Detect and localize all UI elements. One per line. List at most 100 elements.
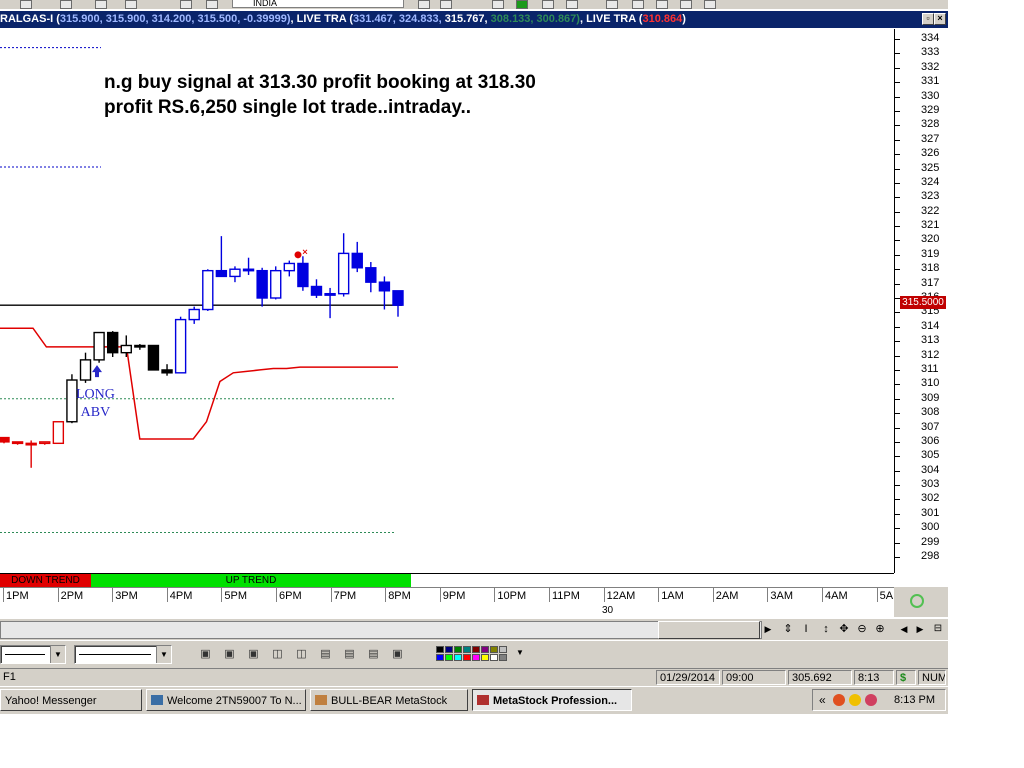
color-swatch[interactable] [463, 646, 471, 653]
axis-corner[interactable] [894, 587, 948, 617]
close-tool-icon[interactable] [566, 0, 578, 9]
paste-icon[interactable] [95, 0, 107, 9]
time-tick-mark [494, 588, 496, 602]
up-trend-band: UP TREND [91, 574, 411, 588]
price-tick-mark [895, 254, 900, 256]
close-window-button[interactable]: × [934, 13, 946, 25]
cut-icon[interactable] [125, 0, 137, 9]
task-yahoo-messenger[interactable]: Yahoo! Messenger [0, 689, 142, 711]
title-live1-label: , LIVE TRA ( [290, 13, 354, 25]
price-tick-label: 312 [921, 348, 940, 361]
indicator-icon[interactable] [492, 0, 504, 9]
color-palette[interactable]: ▼ [432, 644, 530, 666]
expert-tool-icon[interactable]: ◫ [270, 647, 285, 661]
status-date: 01/29/2014 [656, 670, 720, 685]
pointer-icon[interactable] [206, 0, 218, 9]
page-left-icon[interactable]: ◀ [898, 621, 910, 637]
color-swatch[interactable] [499, 646, 507, 653]
text-tool-icon[interactable]: ▣ [198, 647, 213, 661]
chevron-down-icon[interactable]: ▼ [156, 646, 171, 663]
time-tick-mark [549, 588, 550, 602]
color-swatch[interactable] [454, 654, 462, 661]
buy-icon[interactable] [516, 0, 528, 9]
color-swatch[interactable] [472, 654, 480, 661]
layout3-icon[interactable] [656, 0, 668, 9]
trendline-icon[interactable] [440, 0, 452, 9]
color-swatch[interactable] [490, 646, 498, 653]
price-tick-label: 324 [921, 175, 940, 188]
buy-arrow-tool-icon[interactable]: ▣ [222, 647, 237, 661]
horizontal-scrollbar[interactable] [0, 621, 762, 639]
color-swatch[interactable] [490, 654, 498, 661]
task-welcome[interactable]: Welcome 2TN59007 To N... [146, 689, 306, 711]
print-icon[interactable] [20, 0, 32, 9]
restore-window-button[interactable]: ▫ [922, 13, 934, 25]
yahoo-messenger-icon[interactable] [849, 694, 861, 706]
arrow-icon[interactable] [542, 0, 554, 9]
time-tick-label: 8PM [388, 590, 411, 602]
price-tick-label: 306 [921, 434, 940, 447]
window1-icon[interactable]: ▤ [318, 647, 333, 661]
task-bull-bear-metastock[interactable]: BULL-BEAR MetaStock [310, 689, 468, 711]
window3-icon[interactable]: ▤ [366, 647, 381, 661]
crosshair-icon[interactable] [180, 0, 192, 9]
chevron-down-icon[interactable]: ▼ [50, 646, 65, 663]
line-style-select[interactable]: ▼ [0, 645, 66, 664]
layout5-icon[interactable] [704, 0, 716, 9]
title-ohlc-values: 315.900, 315.900, 314.200, 315.500, -0.3… [59, 13, 291, 25]
time-tick-mark [385, 588, 387, 602]
move-icon[interactable]: ✥ [838, 621, 850, 637]
page-right-icon[interactable]: ▶ [914, 621, 926, 637]
color-swatch[interactable] [445, 654, 453, 661]
scale-toggle-icon[interactable]: ⇕ [782, 621, 794, 637]
candle-body [174, 318, 187, 374]
zoom-fit-icon[interactable] [910, 594, 924, 608]
candle-body [188, 308, 200, 321]
symbol-tool-icon[interactable]: ◫ [294, 647, 309, 661]
task-metastock-professional[interactable]: MetaStock Profession... [472, 689, 632, 711]
chart-options-icon[interactable]: ⊟ [932, 621, 944, 637]
color-swatch[interactable] [481, 646, 489, 653]
candle-body [161, 369, 173, 374]
color-swatch[interactable] [436, 654, 444, 661]
insert-bar-icon[interactable]: I [800, 621, 812, 637]
color-swatch[interactable] [481, 654, 489, 661]
zoom-in-icon[interactable]: ⊕ [874, 621, 886, 637]
time-axis[interactable]: 1PM 2PM 3PM 4PM 5PM 6PM 7PM 8PM 9PM 10PM 11PM 12AM 1… [0, 587, 894, 618]
copy-icon[interactable] [60, 0, 72, 9]
scrollbar-thumb[interactable] [658, 621, 760, 639]
chevron-down-icon[interactable]: ▼ [516, 648, 524, 657]
tray-app-icon[interactable] [865, 694, 877, 706]
candle-body [134, 344, 146, 348]
window2-icon[interactable]: ▤ [342, 647, 357, 661]
layout4-icon[interactable] [680, 0, 692, 9]
antivirus-icon[interactable] [833, 694, 845, 706]
zoom-out-icon[interactable]: ⊖ [856, 621, 868, 637]
vertical-move-icon[interactable]: ↕ [820, 621, 832, 637]
draw-tool-icon[interactable] [418, 0, 430, 9]
annotation-line-2: profit RS.6,250 single lot trade..intrad… [104, 97, 472, 118]
current-price-label: 315.5000 [900, 296, 946, 309]
price-tick-mark [895, 499, 900, 501]
color-swatch[interactable] [463, 654, 471, 661]
task-label: Welcome 2TN59007 To N... [167, 695, 302, 707]
color-swatch[interactable] [472, 646, 480, 653]
price-tick-label: 321 [921, 219, 940, 232]
color-swatch[interactable] [436, 646, 444, 653]
color-swatch[interactable] [445, 646, 453, 653]
color-swatch[interactable] [454, 646, 462, 653]
sell-arrow-tool-icon[interactable]: ▣ [246, 647, 261, 661]
layout2-icon[interactable] [632, 0, 644, 9]
tray-chevron-icon[interactable]: « [819, 693, 826, 707]
time-tick-mark [439, 588, 441, 602]
line-width-select[interactable]: ▼ [74, 645, 172, 664]
scroll-right-icon[interactable]: ▶ [762, 621, 774, 637]
price-tick-mark [895, 427, 900, 429]
symbol-combo[interactable]: INDIA [232, 0, 404, 8]
price-tick-label: 309 [921, 391, 940, 404]
time-tick-label: 5PM [224, 590, 248, 602]
layout1-icon[interactable] [606, 0, 618, 9]
window4-icon[interactable]: ▣ [390, 647, 405, 661]
color-swatch[interactable] [499, 654, 507, 661]
time-tick-label: 2AM [715, 590, 739, 602]
